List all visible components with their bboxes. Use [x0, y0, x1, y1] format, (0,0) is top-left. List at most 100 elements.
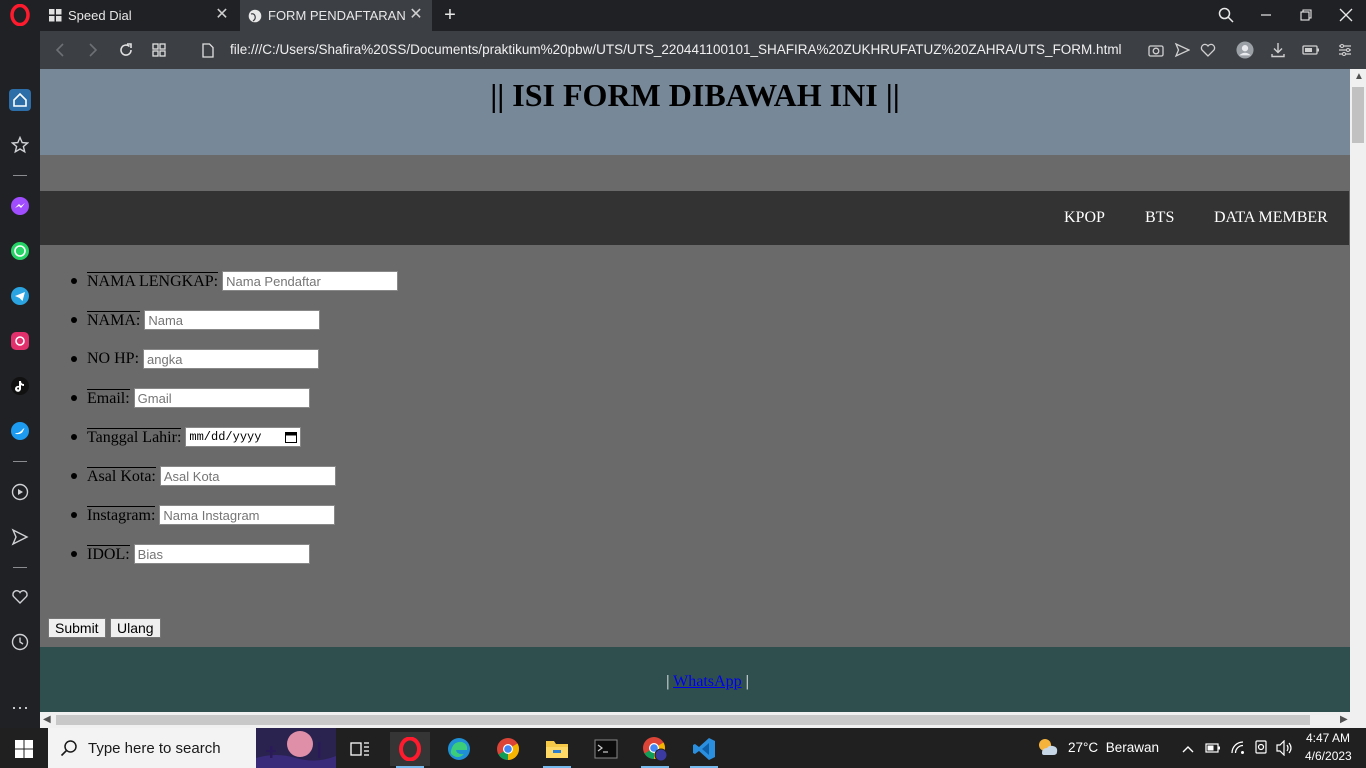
profile-icon[interactable] — [1236, 41, 1254, 59]
tab-overview-icon[interactable] — [149, 40, 169, 60]
close-tab-icon[interactable]: ✕ — [214, 7, 230, 23]
heart-icon[interactable] — [9, 586, 31, 608]
send-icon[interactable] — [9, 526, 31, 548]
calendar-icon[interactable] — [285, 431, 298, 443]
weather-icon[interactable] — [1036, 736, 1060, 763]
page-title: || ISI FORM DIBAWAH INI || — [490, 77, 900, 113]
search-placeholder: Type here to search — [88, 740, 221, 757]
forward-icon[interactable] — [83, 40, 103, 60]
telegram-icon[interactable] — [9, 285, 31, 307]
search-icon — [60, 739, 78, 762]
minimize-icon[interactable] — [1252, 4, 1280, 26]
send-to-flow-icon[interactable] — [1173, 41, 1191, 59]
field-label: Instagram: — [87, 505, 156, 524]
more-icon[interactable]: ⋯ — [9, 697, 31, 719]
snapshot-icon[interactable] — [1147, 41, 1165, 59]
idol-input[interactable] — [133, 544, 310, 564]
instagram-icon[interactable] — [9, 330, 31, 352]
tanggal-lahir-input[interactable]: mm/dd/yyyy — [185, 427, 302, 447]
taskbar-chrome-icon[interactable] — [488, 732, 528, 766]
taskbar-terminal-icon[interactable] — [586, 732, 626, 766]
no-hp-input[interactable] — [143, 349, 320, 369]
new-tab-icon[interactable]: + — [440, 5, 460, 25]
list-bullet — [71, 395, 77, 401]
taskbar-chrome-profile-icon[interactable] — [635, 732, 675, 768]
form-row-nama-lengkap: NAMA LENGKAP: — [71, 270, 399, 292]
globe-icon — [248, 9, 262, 23]
form-row-no-hp: NO HP: — [71, 348, 320, 370]
whatsapp-link[interactable]: WhatsApp — [673, 673, 741, 690]
opera-logo-icon[interactable] — [9, 4, 31, 26]
instagram-input[interactable] — [159, 505, 336, 525]
bookmark-heart-icon[interactable] — [1199, 41, 1217, 59]
show-hidden-icons-icon[interactable] — [1182, 741, 1194, 759]
list-bullet — [71, 317, 77, 323]
back-icon[interactable] — [50, 40, 70, 60]
tab-title: FORM PENDAFTARAN — [268, 8, 406, 23]
reset-button[interactable]: Ulang — [110, 618, 161, 638]
nama-input[interactable] — [144, 310, 321, 330]
battery-icon[interactable] — [1205, 741, 1221, 759]
field-label: Asal Kota: — [87, 466, 156, 485]
horizontal-scroll-thumb[interactable] — [56, 715, 1310, 725]
page-header: || ISI FORM DIBAWAH INI || — [40, 69, 1350, 155]
tiktok-icon[interactable] — [9, 375, 31, 397]
star-icon[interactable] — [9, 134, 31, 156]
taskbar-file-explorer-icon[interactable] — [537, 732, 577, 768]
easy-setup-icon[interactable] — [1336, 41, 1354, 59]
messenger-icon[interactable] — [9, 195, 31, 217]
scroll-left-icon[interactable]: ◀ — [43, 714, 51, 725]
submit-button[interactable]: Submit — [48, 618, 106, 638]
sidebar-divider — [13, 567, 27, 568]
twitter-icon[interactable] — [9, 420, 31, 442]
wifi-icon[interactable] — [1230, 740, 1246, 759]
home-icon[interactable] — [9, 89, 31, 111]
url-input[interactable]: file:///C:/Users/Shafira%20SS/Documents/… — [230, 42, 1122, 57]
task-view-icon[interactable] — [340, 732, 380, 766]
asal-kota-input[interactable] — [159, 466, 336, 486]
player-icon[interactable] — [9, 481, 31, 503]
list-bullet — [71, 278, 77, 284]
sidebar-divider — [13, 461, 27, 462]
scroll-up-icon[interactable]: ▲ — [1354, 71, 1364, 82]
close-window-icon[interactable] — [1332, 4, 1360, 26]
clock-time[interactable]: 4:47 AM — [1306, 731, 1350, 745]
nav-link-bts[interactable]: BTS — [1145, 209, 1174, 227]
device-icon[interactable] — [1253, 740, 1269, 761]
volume-icon[interactable] — [1276, 739, 1294, 761]
history-icon[interactable] — [9, 631, 31, 653]
tab-form-pendaftaran[interactable]: FORM PENDAFTARAN ✕ — [240, 0, 432, 31]
download-icon[interactable] — [1269, 41, 1287, 59]
form-row-email: Email: — [71, 387, 310, 409]
sidebar-divider — [13, 175, 27, 176]
nav-link-kpop[interactable]: KPOP — [1064, 209, 1105, 227]
page-footer: | WhatsApp | — [40, 647, 1350, 713]
email-input[interactable] — [133, 388, 310, 408]
nama-lengkap-input[interactable] — [222, 271, 399, 291]
footer-separator: | — [741, 673, 749, 690]
list-bullet — [71, 473, 77, 479]
search-tabs-icon[interactable] — [1212, 4, 1240, 26]
taskbar-search-box[interactable]: Type here to search — [48, 728, 336, 768]
page-viewport: || ISI FORM DIBAWAH INI || KPOP BTS DATA… — [40, 69, 1366, 728]
horizontal-scrollbar[interactable]: ◀ ▶ — [40, 712, 1366, 728]
restore-icon[interactable] — [1292, 4, 1320, 26]
list-bullet — [71, 356, 77, 362]
whatsapp-icon[interactable] — [9, 240, 31, 262]
field-label: IDOL: — [87, 544, 130, 563]
clock-date[interactable]: 4/6/2023 — [1305, 749, 1352, 763]
taskbar-vscode-icon[interactable] — [684, 732, 724, 768]
reload-icon[interactable] — [116, 40, 136, 60]
windows-start-icon[interactable] — [4, 732, 44, 766]
nav-link-data-member[interactable]: DATA MEMBER — [1214, 209, 1328, 227]
vertical-scroll-thumb[interactable] — [1352, 87, 1364, 143]
field-label: Email: — [87, 388, 130, 407]
close-tab-icon[interactable]: ✕ — [408, 7, 424, 23]
tab-speed-dial[interactable]: Speed Dial ✕ — [40, 0, 238, 31]
weather-text[interactable]: 27°C Berawan — [1068, 740, 1159, 755]
battery-saver-icon[interactable] — [1302, 41, 1320, 59]
scroll-right-icon[interactable]: ▶ — [1340, 714, 1348, 725]
taskbar-opera-icon[interactable] — [390, 732, 430, 768]
vertical-scrollbar[interactable]: ▲ — [1350, 69, 1366, 712]
taskbar-edge-icon[interactable] — [439, 732, 479, 766]
